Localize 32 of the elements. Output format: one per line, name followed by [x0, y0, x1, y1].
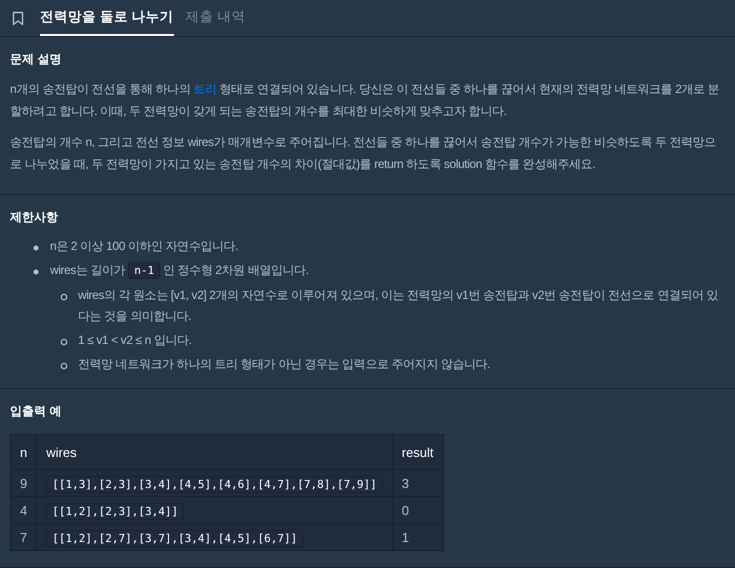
code-chip: [[1,3],[2,3],[3,4],[4,5],[4,6],[4,7],[7,8],[7,9]]	[46, 476, 383, 492]
bullet-icon	[32, 268, 40, 276]
bullet-icon	[60, 293, 68, 301]
column-header: result	[392, 434, 444, 470]
section-heading: 문제 설명	[10, 51, 62, 68]
code-chip: [[1,2],[2,7],[3,7],[3,4],[4,5],[6,7]]	[46, 530, 304, 546]
column-header: wires	[36, 434, 392, 470]
constraint-text: 전력망 네트워크가 하나의 트리 형태가 아닌 경우는 입력으로 주어지지 않습니다.	[78, 356, 490, 373]
constraint-text: 1 ≤ v1 < v2 ≤ n 입니다.	[78, 332, 192, 349]
table-cell: 7	[10, 524, 37, 550]
table-cell: 0	[392, 496, 444, 524]
code-chip: [[1,2],[2,3],[3,4]]	[46, 502, 184, 520]
table-cell: 9	[10, 470, 37, 496]
section-heading: 입출력 예	[10, 403, 62, 420]
constraint-text: wires의 각 원소는 [v1, v2] 2개의 자연수로 이루어져 있으며, 이는 전력망의 v1번 송전탑과 v2번 송전탑이 전선으로 연결되어 있다는 것을 의미합니다.	[78, 287, 720, 325]
code-chip: n-1	[128, 262, 160, 279]
table-cell: 1	[392, 524, 444, 550]
tab[interactable]: 전력망을 둘로 나누기	[40, 0, 174, 36]
bullet-icon	[60, 338, 68, 346]
constraint-text: wires는 길이가 n-1 인 정수형 2차원 배열입니다.	[50, 261, 309, 281]
tree-link[interactable]: 트리	[193, 82, 217, 96]
description-paragraph: 송전탑의 개수 n, 그리고 전선 정보 wires가 매개변수로 주어집니다. 전선들 중 하나를 끊어서 송전탑 개수가 가능한 비슷하도록 두 전력망으로 나누었을 때, 두 전력망이 가지고 있는 송전탑 개수의 차이(절대값)를 return 하도록 solution 함수를 완성해주세요.	[10, 134, 717, 173]
table-cell: 3	[392, 470, 444, 496]
table-cell: 4	[10, 496, 37, 524]
tab[interactable]: 제출 내역	[186, 0, 246, 36]
column-header: n	[10, 434, 37, 470]
section-heading: 제한사항	[10, 209, 59, 226]
bookmark-icon[interactable]	[12, 10, 24, 26]
bullet-icon	[32, 244, 40, 252]
constraint-text: n은 2 이상 100 이하인 자연수입니다.	[50, 238, 238, 255]
bullet-icon	[60, 362, 68, 370]
description-paragraph: n개의 송전탑이 전선을 통해 하나의 트리 형태로 연결되어 있습니다. 당신은 이 전선들 중 하나를 끊어서 현재의 전력망 네트워크를 2개로 분할하려고 합니다. 이때, 두 전력망이 갖게 되는 송전탑의 개수를 최대한 비슷하게 맞추고자 합니다.	[10, 81, 720, 120]
